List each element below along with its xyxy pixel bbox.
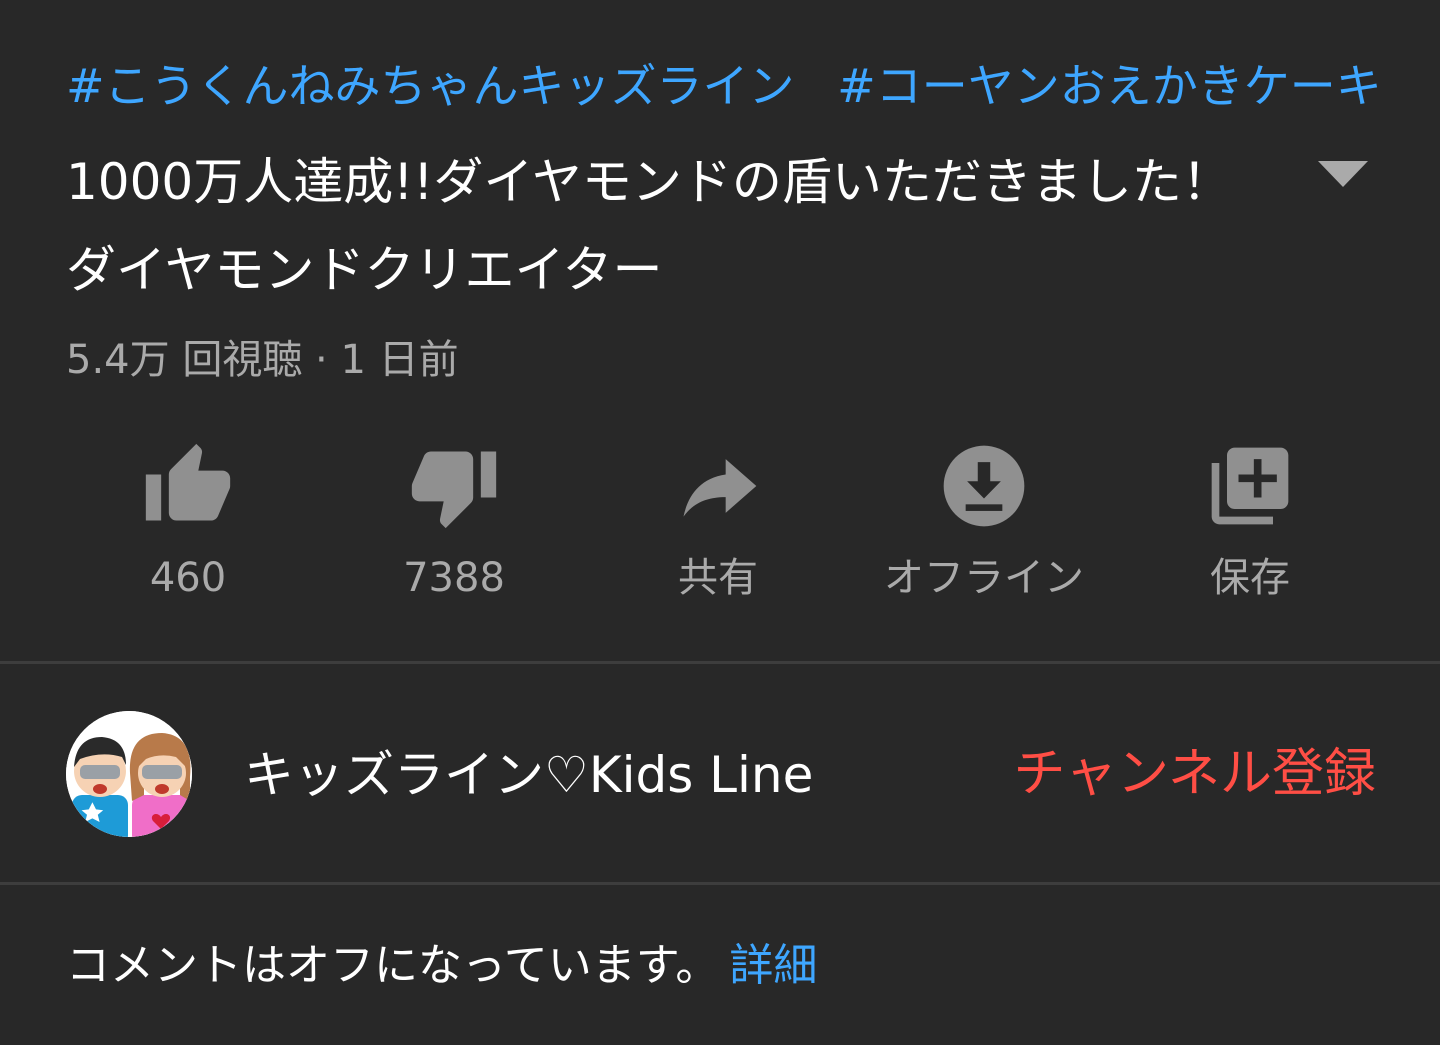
like-count: 460 — [149, 555, 227, 601]
hashtag-link[interactable]: #こうくんねみちゃんキッズライン — [66, 59, 795, 113]
dislike-button[interactable]: 7388 — [324, 436, 584, 626]
save-button[interactable]: 保存 — [1120, 436, 1380, 626]
channel-name[interactable]: キッズライン♡Kids Line — [244, 745, 813, 805]
download-icon — [943, 445, 1025, 527]
channel-row: キッズライン♡Kids Line チャンネル登録 — [0, 665, 1440, 883]
action-bar: 460 7388 共有 オフライン 保存 — [0, 436, 1440, 626]
thumb-down-icon — [411, 451, 497, 529]
share-button[interactable]: 共有 — [588, 436, 848, 626]
offline-label: オフライン — [884, 555, 1084, 601]
details-link[interactable]: 詳細 — [729, 940, 817, 991]
divider — [0, 661, 1440, 664]
chevron-down-icon — [1318, 161, 1368, 187]
comments-status: コメントはオフになっています。 詳細 — [66, 936, 817, 996]
divider — [0, 882, 1440, 885]
video-title[interactable]: 1000万人達成!!ダイヤモンドの盾いただきました！ダイヤモンドクリエイター — [66, 138, 1266, 314]
like-button[interactable]: 460 — [58, 436, 318, 626]
save-label: 保存 — [1210, 555, 1290, 601]
thumb-up-icon — [145, 443, 231, 521]
dislike-count: 7388 — [403, 555, 505, 601]
expand-description-button[interactable] — [1310, 150, 1376, 198]
hashtag-link[interactable]: #コーヤンおえかきケーキ — [837, 59, 1382, 113]
channel-avatar[interactable] — [66, 711, 192, 837]
share-label: 共有 — [678, 555, 758, 601]
video-meta: 5.4万 回視聴 · 1 日前 — [66, 337, 459, 383]
avatar-illustration — [66, 711, 192, 837]
playlist-add-icon — [1211, 447, 1289, 525]
subscribe-button[interactable]: チャンネル登録 — [1014, 743, 1376, 805]
offline-button[interactable]: オフライン — [854, 436, 1114, 626]
comments-off-text: コメントはオフになっています。 — [66, 940, 720, 991]
hashtag-row: #こうくんねみちゃんキッズライン #コーヤンおえかきケーキ — [66, 56, 1396, 116]
share-icon — [683, 459, 757, 517]
